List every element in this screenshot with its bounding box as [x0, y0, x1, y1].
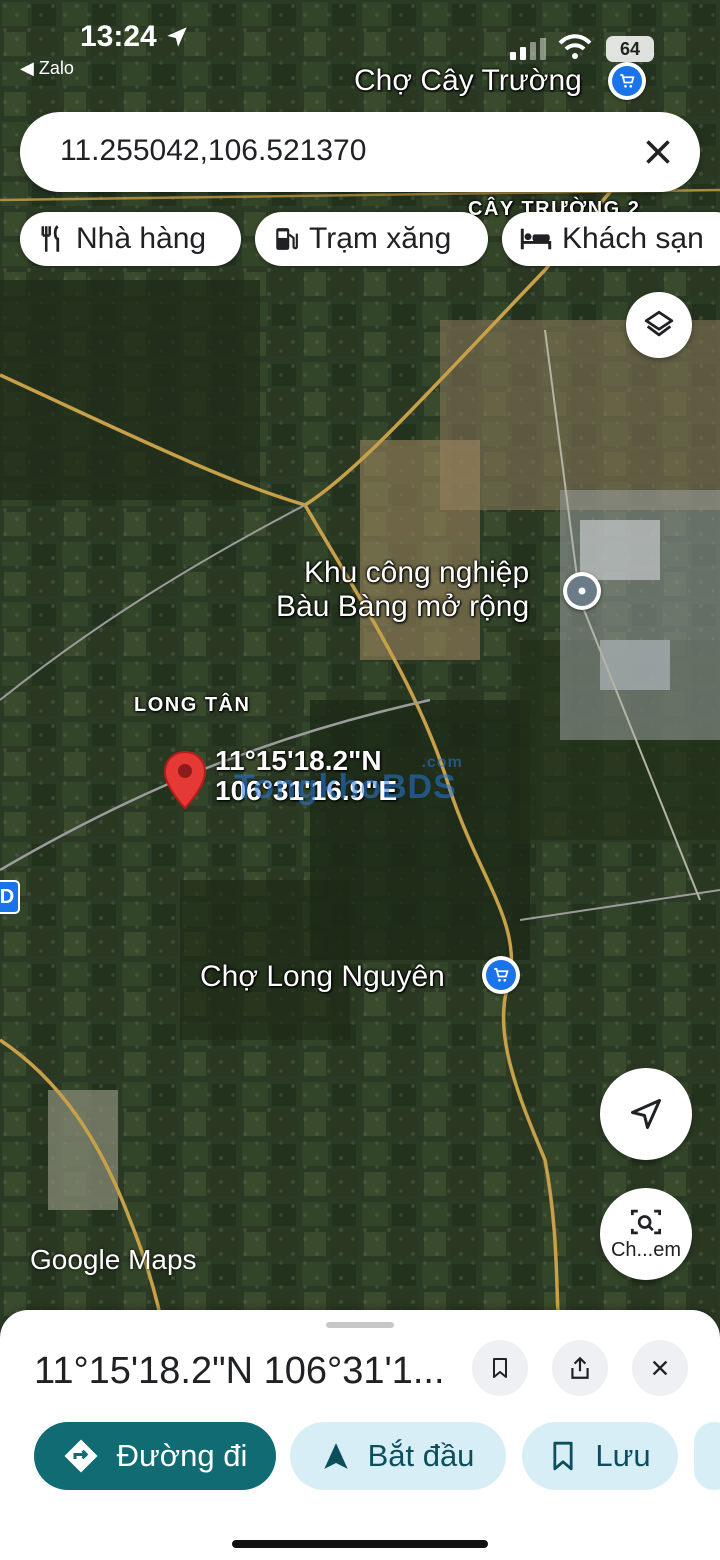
camera-search-icon	[631, 1209, 661, 1234]
start-button[interactable]: Bắt đầu	[290, 1422, 506, 1490]
close-sheet-button[interactable]	[632, 1340, 688, 1396]
drag-handle[interactable]	[326, 1322, 394, 1328]
watermark-text: TongkhoBDS	[234, 768, 457, 806]
search-input[interactable]: 11.255042,106.521370	[60, 134, 366, 168]
search-bar[interactable]: 11.255042,106.521370	[20, 112, 700, 192]
lens-button[interactable]: Ch...em	[600, 1188, 692, 1280]
place-sheet[interactable]: 11°15'18.2"N 106°31'1... Đường đi Bắt đầ…	[0, 1310, 720, 1560]
navigation-icon	[323, 1443, 348, 1469]
share-icon	[571, 1356, 589, 1379]
close-icon[interactable]	[640, 134, 676, 170]
bookmark-icon	[553, 1441, 573, 1471]
restaurant-icon	[41, 225, 60, 252]
save-label: Lưu	[595, 1438, 651, 1473]
bookmark-icon	[493, 1358, 507, 1378]
poi-label-kcn-line2: Bàu Bàng mở rộng	[276, 590, 530, 623]
google-maps-attribution: Google Maps	[30, 1244, 197, 1275]
layers-icon	[644, 310, 674, 337]
watermark-suffix: .com	[421, 754, 463, 771]
close-icon	[652, 1360, 668, 1376]
lens-label: Ch...em	[610, 1238, 682, 1261]
status-bar: 13:24 ◀ Zalo 64	[0, 0, 720, 90]
save-button[interactable]: Lưu	[522, 1422, 678, 1490]
layers-button[interactable]	[626, 292, 692, 358]
navigation-arrow-icon	[631, 1099, 661, 1129]
chip-label: Nhà hàng	[76, 222, 207, 255]
poi-label-cho-long-nguyen[interactable]: Chợ Long Nguyên	[200, 960, 445, 994]
poi-label-kcn[interactable]: Khu công nghiệp Bàu Bàng mở rộng	[276, 556, 529, 624]
start-label: Bắt đầu	[367, 1438, 475, 1473]
category-chips: Nhà hàng Trạm xăng Khách sạn	[20, 212, 720, 268]
location-pin-icon[interactable]	[162, 750, 208, 812]
chip-hotels[interactable]: Khách sạn	[502, 212, 720, 266]
directions-icon	[64, 1439, 98, 1473]
area-label-long-tan: LONG TÂN	[134, 694, 251, 716]
poi-label-kcn-line1: Khu công nghiệp	[303, 556, 530, 589]
back-to-app-link[interactable]: ◀ Zalo	[20, 58, 74, 79]
my-location-button[interactable]	[600, 1068, 692, 1160]
more-actions-button[interactable]	[694, 1422, 720, 1490]
chip-restaurants[interactable]: Nhà hàng	[20, 212, 241, 266]
watermark: TongkhoBDS .com	[234, 754, 462, 807]
location-arrow-icon	[167, 27, 187, 47]
status-time: 13:24	[80, 20, 157, 53]
shopping-cart-icon[interactable]	[482, 956, 520, 994]
road-shield-badge: D	[0, 880, 20, 914]
directions-label: Đường đi	[116, 1438, 248, 1473]
chip-label: Trạm xăng	[309, 222, 452, 255]
chip-label: Khách sạn	[562, 222, 704, 255]
home-indicator[interactable]	[232, 1540, 488, 1548]
place-title: 11°15'18.2"N 106°31'1...	[34, 1350, 445, 1392]
save-icon-button[interactable]	[472, 1340, 528, 1396]
directions-button[interactable]: Đường đi	[34, 1422, 276, 1490]
place-marker-icon[interactable]	[563, 572, 601, 610]
cellular-signal-icon	[510, 38, 546, 60]
share-button[interactable]	[552, 1340, 608, 1396]
wifi-icon	[558, 34, 592, 59]
hotel-icon	[520, 228, 552, 250]
chip-gas-stations[interactable]: Trạm xăng	[255, 212, 488, 266]
battery-indicator: 64	[606, 36, 654, 62]
gas-station-icon	[276, 228, 298, 250]
